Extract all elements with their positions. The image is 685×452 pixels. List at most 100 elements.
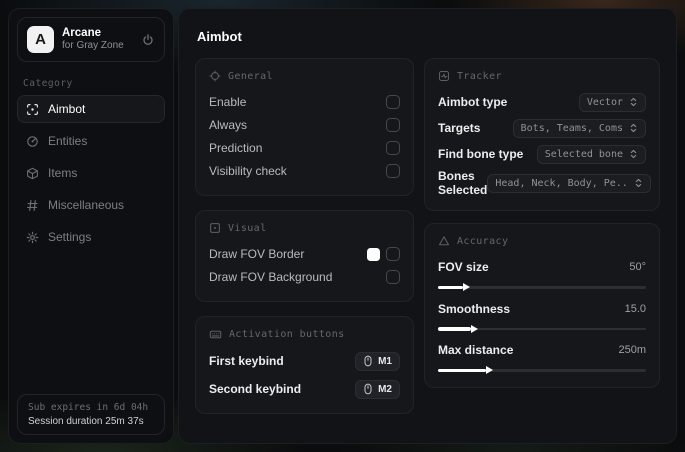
app-subtitle: for Gray Zone <box>62 40 124 52</box>
setting-row-bones-selected: Bones Selected Head, Neck, Body, Pe.. <box>438 169 651 197</box>
app-logo: A <box>27 26 54 53</box>
setting-label: Targets <box>438 121 481 135</box>
smoothness-slider[interactable] <box>438 324 646 333</box>
radar-icon <box>26 135 39 148</box>
accuracy-panel: Accuracy FOV size 50° Smoothness 15.0 Ma… <box>424 223 660 388</box>
fov-size-slider[interactable] <box>438 283 646 291</box>
fov-size-setting: FOV size 50° <box>438 256 646 291</box>
bones-selected-select[interactable]: Head, Neck, Body, Pe.. <box>487 173 651 193</box>
keyboard-icon <box>209 328 222 341</box>
general-panel: General Enable Always Prediction Visibil… <box>195 58 414 196</box>
panel-title: Accuracy <box>457 235 509 247</box>
setting-label: Second keybind <box>209 382 302 396</box>
setting-label: First keybind <box>209 354 284 368</box>
main-content: Aimbot General Enable Always Prediction … <box>178 8 677 444</box>
fov-size-value: 50° <box>629 261 646 273</box>
setting-label: Aimbot type <box>438 95 508 109</box>
max-distance-value: 250m <box>618 344 646 356</box>
setting-label: Find bone type <box>438 147 524 161</box>
chevron-up-down-icon <box>629 123 638 133</box>
select-value: Head, Neck, Body, Pe.. <box>495 177 628 189</box>
setting-label: FOV size <box>438 260 489 274</box>
frame-icon <box>209 222 221 234</box>
draw-fov-background-checkbox[interactable] <box>386 270 400 284</box>
visibility-check-checkbox[interactable] <box>386 164 400 178</box>
sidebar-item-aimbot[interactable]: Aimbot <box>17 95 165 123</box>
sidebar-item-label: Settings <box>48 230 92 244</box>
sidebar-item-label: Miscellaneous <box>48 198 125 212</box>
select-value: Vector <box>586 96 623 108</box>
fov-border-color-swatch[interactable] <box>367 247 380 261</box>
sidebar-item-entities[interactable]: Entities <box>17 127 165 155</box>
setting-label: Max distance <box>438 343 514 357</box>
chevron-up-down-icon <box>629 97 638 107</box>
setting-label: Always <box>209 118 248 132</box>
max-distance-setting: Max distance 250m <box>438 339 646 374</box>
slider-thumb[interactable] <box>485 366 493 374</box>
select-value: Bots, Teams, Coms <box>520 122 623 134</box>
crosshair-icon <box>26 103 39 116</box>
sidebar-item-label: Items <box>48 166 78 180</box>
max-distance-slider[interactable] <box>438 366 646 374</box>
sidebar-item-miscellaneous[interactable]: Miscellaneous <box>17 191 165 219</box>
setting-row-second-keybind: Second keybind M2 <box>209 378 400 400</box>
smoothness-value: 15.0 <box>624 302 646 315</box>
tracker-panel: Tracker Aimbot type Vector Targets Bots,… <box>424 58 660 211</box>
activation-buttons-panel: Activation buttons First keybind M1 Seco… <box>195 316 414 414</box>
slider-thumb[interactable] <box>471 324 479 333</box>
gear-icon <box>26 231 39 244</box>
enable-checkbox[interactable] <box>386 95 400 109</box>
aimbot-type-select[interactable]: Vector <box>578 92 646 112</box>
setting-row-targets: Targets Bots, Teams, Coms <box>438 117 646 139</box>
triangle-icon <box>438 235 450 247</box>
power-icon[interactable] <box>141 33 155 47</box>
subscription-info: Sub expires in 6d 04h Session duration 2… <box>17 394 165 435</box>
setting-label: Draw FOV Border <box>209 247 305 261</box>
page-title: Aimbot <box>197 29 242 44</box>
sidebar-item-label: Aimbot <box>48 102 86 116</box>
setting-label: Bones Selected <box>438 169 488 197</box>
setting-label: Visibility check <box>209 164 287 178</box>
sub-expires-text: Sub expires in 6d 04h <box>28 402 149 413</box>
panel-title: Activation buttons <box>229 329 345 340</box>
panel-title: Visual <box>228 222 267 234</box>
app-name: Arcane <box>62 27 101 40</box>
second-keybind-button[interactable]: M2 <box>355 379 400 399</box>
keybind-value: M1 <box>378 355 392 367</box>
sidebar-item-items[interactable]: Items <box>17 159 165 187</box>
setting-label: Prediction <box>209 141 263 155</box>
hash-icon <box>26 199 39 212</box>
smoothness-setting: Smoothness 15.0 <box>438 298 646 333</box>
setting-row-prediction: Prediction <box>209 137 400 159</box>
mouse-icon <box>363 355 373 367</box>
prediction-checkbox[interactable] <box>386 141 400 155</box>
activity-icon <box>438 70 450 82</box>
setting-row-find-bone-type: Find bone type Selected bone <box>438 143 646 165</box>
select-value: Selected bone <box>544 148 623 160</box>
panel-title: General <box>228 70 273 82</box>
first-keybind-button[interactable]: M1 <box>355 351 400 371</box>
chevron-up-down-icon <box>629 149 638 159</box>
sidebar-item-label: Entities <box>48 134 88 148</box>
setting-row-draw-fov-border: Draw FOV Border <box>209 243 400 265</box>
slider-thumb[interactable] <box>462 283 470 291</box>
sidebar-item-settings[interactable]: Settings <box>17 223 165 251</box>
mouse-icon <box>363 383 373 395</box>
crosshair-icon <box>209 70 221 82</box>
chevron-up-down-icon <box>634 178 643 188</box>
setting-label: Smoothness <box>438 301 511 316</box>
targets-select[interactable]: Bots, Teams, Coms <box>512 118 646 138</box>
draw-fov-border-checkbox[interactable] <box>386 247 400 261</box>
setting-row-draw-fov-background: Draw FOV Background <box>209 266 400 288</box>
app-header: A Arcane for Gray Zone <box>17 17 165 62</box>
package-icon <box>26 167 39 180</box>
visual-panel: Visual Draw FOV Border Draw FOV Backgrou… <box>195 210 414 302</box>
session-duration-text: Session duration 25m 37s <box>28 416 144 427</box>
sidebar: A Arcane for Gray Zone Category Aimbot E… <box>8 8 174 444</box>
setting-row-visibility-check: Visibility check <box>209 160 400 182</box>
keybind-value: M2 <box>378 383 392 395</box>
always-checkbox[interactable] <box>386 118 400 132</box>
find-bone-type-select[interactable]: Selected bone <box>536 144 646 164</box>
setting-row-first-keybind: First keybind M1 <box>209 350 400 372</box>
setting-row-always: Always <box>209 114 400 136</box>
